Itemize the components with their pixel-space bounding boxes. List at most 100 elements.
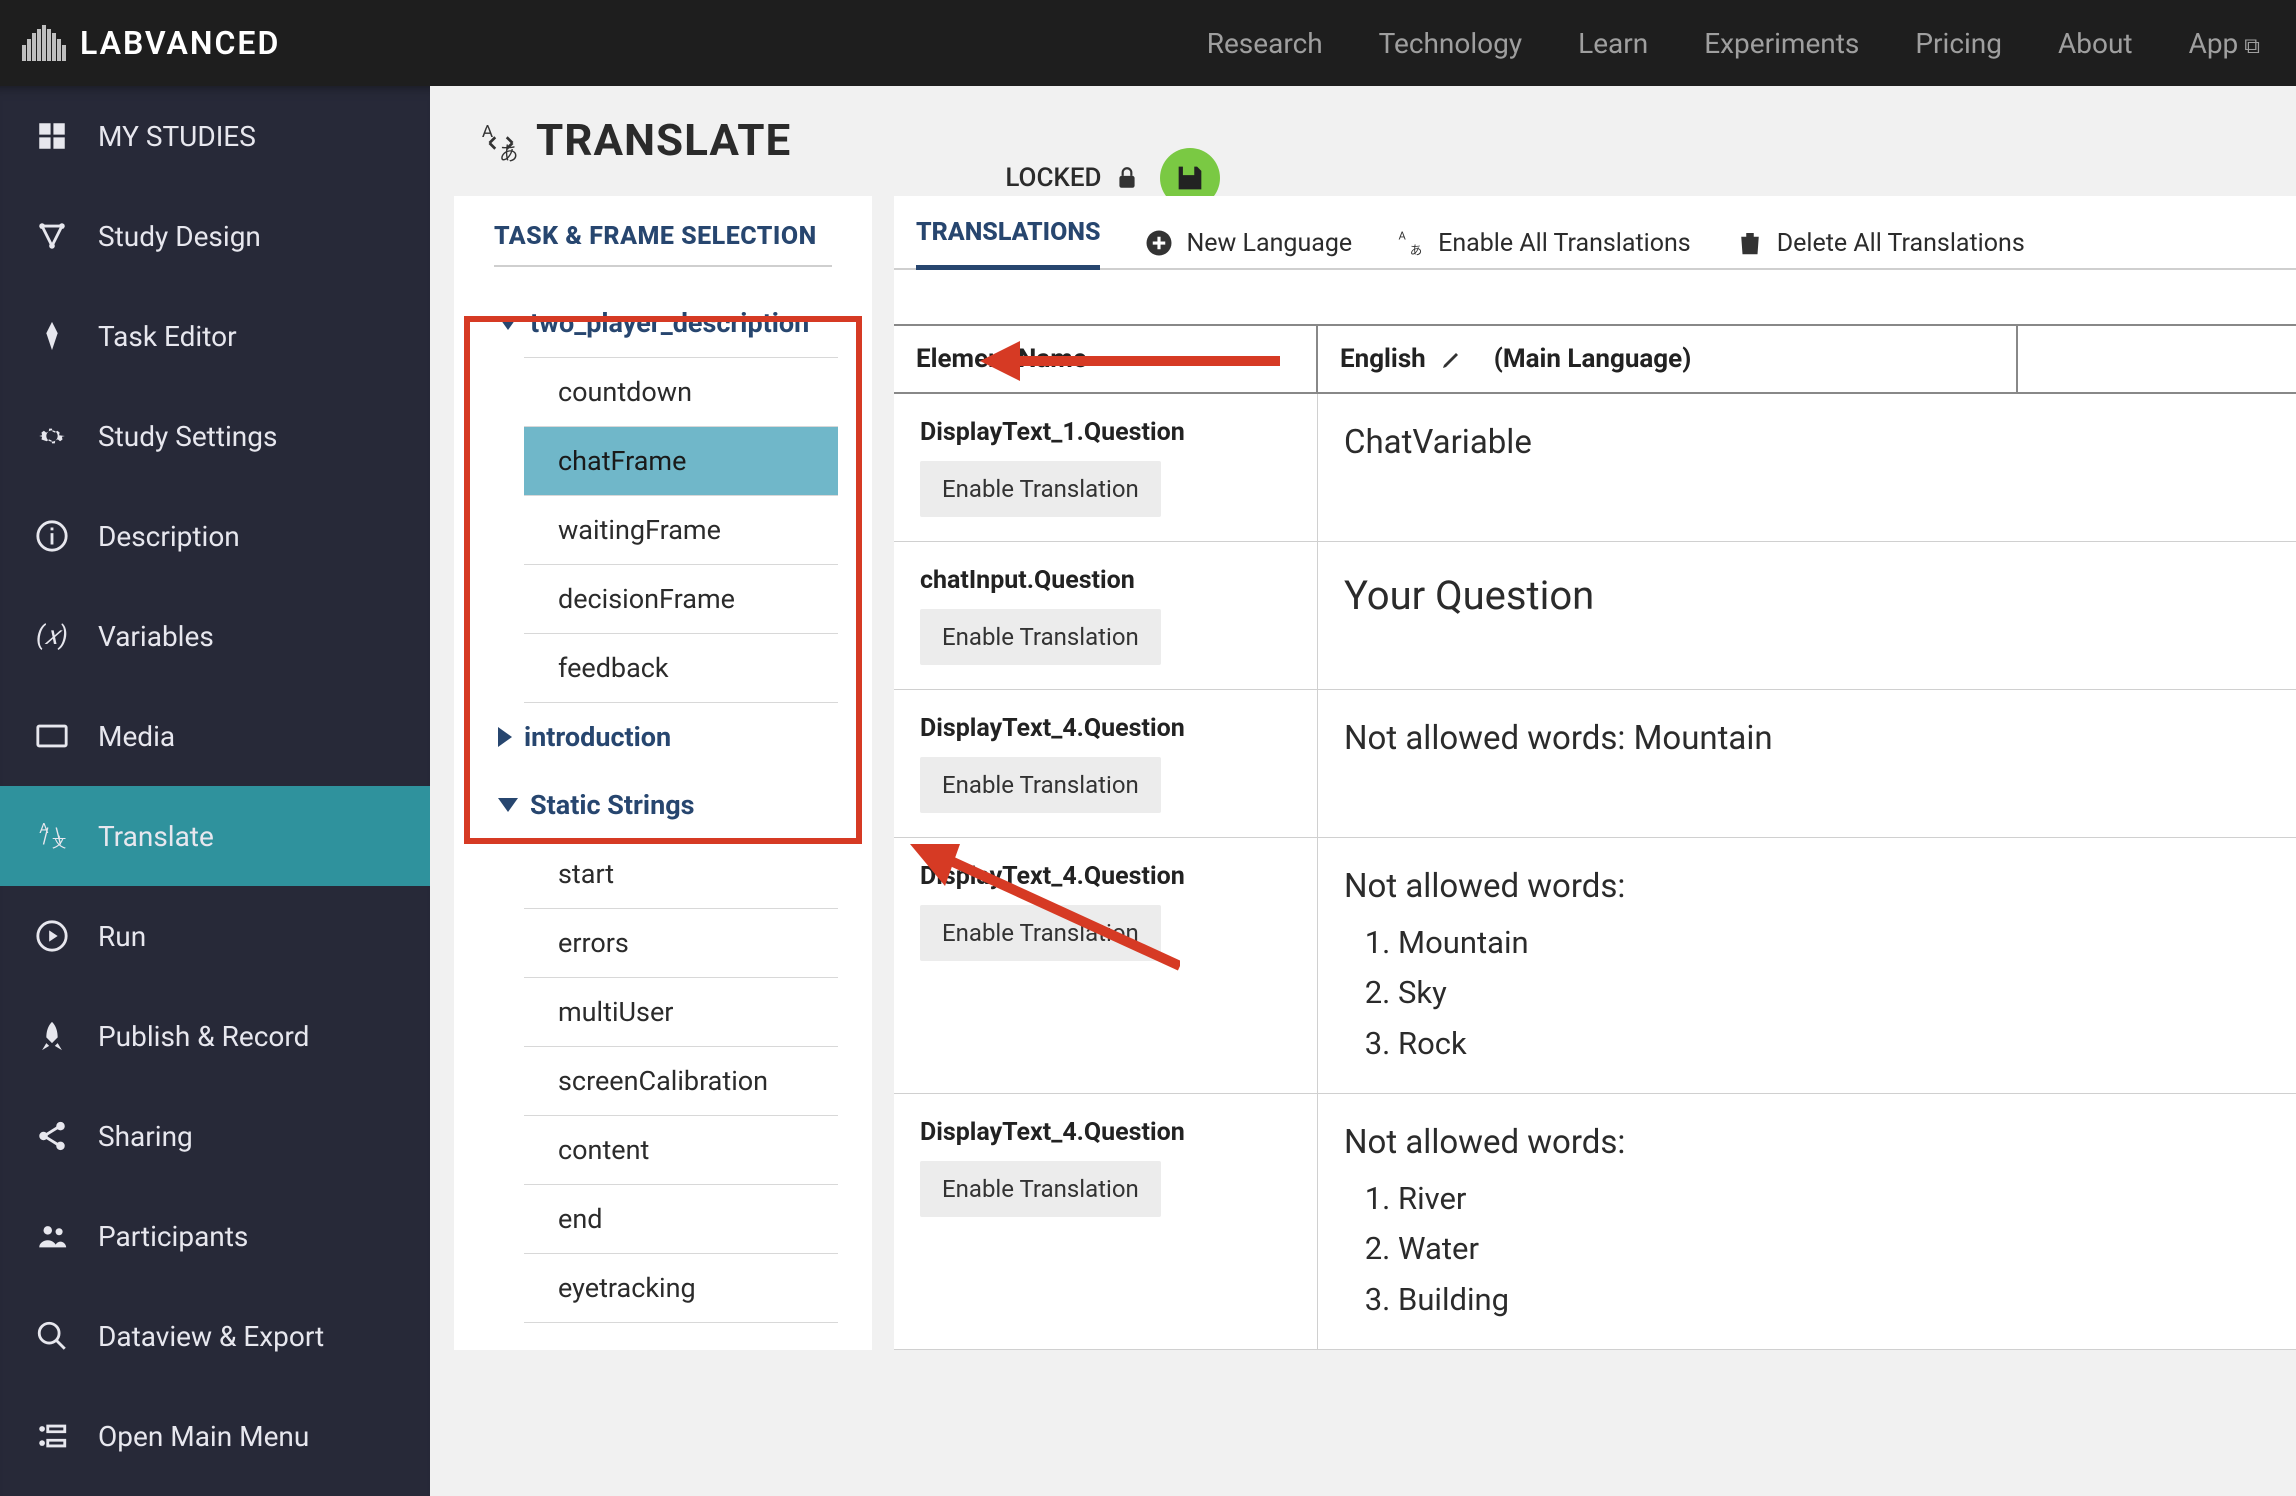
sidebar-item-participants[interactable]: Participants (0, 1186, 430, 1286)
brand[interactable]: LABVANCED (22, 24, 280, 62)
cell-translation[interactable]: Not allowed words: Mountain (1318, 690, 2296, 837)
tree-node-label: introduction (524, 721, 671, 753)
sidebar-item-translate[interactable]: A文 Translate (0, 786, 430, 886)
sidebar-item-sharing[interactable]: Sharing (0, 1086, 430, 1186)
tree-leaf[interactable]: chatFrame (524, 427, 838, 496)
page-title: TRANSLATE (536, 114, 791, 166)
sidebar-item-label: MY STUDIES (98, 120, 256, 153)
tree-leaf[interactable]: screenCalibration (524, 1047, 838, 1116)
rocket-icon (34, 1018, 70, 1054)
share-icon (34, 1118, 70, 1154)
cell-translation[interactable]: Not allowed words:RiverWaterBuilding (1318, 1094, 2296, 1349)
studies-icon (34, 118, 70, 154)
translations-grid: Element Name English (Main Language) Dis… (894, 324, 2296, 1350)
tree-leaf[interactable]: eyetracking (524, 1254, 838, 1323)
sidebar-item-study-settings[interactable]: Study Settings (0, 386, 430, 486)
translations-toolbar: TRANSLATIONS New Language Aあ Enable All … (894, 196, 2296, 270)
task-frame-panel: TASK & FRAME SELECTION two_player_descri… (454, 196, 872, 1350)
page-header: Aあ TRANSLATE LOCKED (430, 86, 2296, 196)
cell-translation[interactable]: Not allowed words:MountainSkyRock (1318, 838, 2296, 1093)
info-icon (34, 518, 70, 554)
plus-circle-icon (1144, 228, 1174, 258)
tree-node-header[interactable]: introduction (488, 703, 838, 771)
col-element-name: Element Name (894, 326, 1318, 392)
enable-translation-button[interactable]: Enable Translation (920, 609, 1161, 665)
action-label: Enable All Translations (1438, 229, 1691, 258)
element-name-text: DisplayText_4.Question (920, 862, 1291, 891)
enable-all-button[interactable]: Aあ Enable All Translations (1396, 228, 1691, 258)
sidebar-item-label: Open Main Menu (98, 1420, 309, 1453)
design-icon (34, 218, 70, 254)
sidebar-item-main-menu[interactable]: Open Main Menu (0, 1386, 430, 1486)
cell-translation[interactable]: Your Question (1318, 542, 2296, 689)
tree-node-static-strings: Static Strings start errors multiUser sc… (488, 771, 838, 1323)
sidebar-item-label: Study Design (98, 220, 261, 253)
sidebar-item-task-editor[interactable]: Task Editor (0, 286, 430, 386)
cell-translation[interactable]: ChatVariable (1318, 394, 2296, 541)
cell-element: DisplayText_4.QuestionEnable Translation (894, 690, 1318, 837)
tree-leaf[interactable]: end (524, 1185, 838, 1254)
tree-node-header[interactable]: Static Strings (488, 771, 838, 839)
sidebar-item-variables[interactable]: (𝑥) Variables (0, 586, 430, 686)
nav-technology[interactable]: Technology (1379, 27, 1522, 60)
tree-node-header[interactable]: two_player_description (488, 289, 838, 357)
grid-row: DisplayText_4.Question Enable Translation… (894, 838, 2296, 1094)
locked-label: LOCKED (1005, 163, 1101, 193)
tree-leaf[interactable]: start (524, 839, 838, 909)
external-link-icon: ⧉ (2244, 34, 2260, 59)
gear-icon (34, 418, 70, 454)
caret-down-icon (498, 798, 518, 812)
col-language[interactable]: English (Main Language) (1318, 326, 2018, 392)
tree-node-introduction: introduction (488, 703, 838, 771)
enable-translation-button[interactable]: Enable Translation (920, 1161, 1161, 1217)
sidebar-item-media[interactable]: Media (0, 686, 430, 786)
var-icon: (𝑥) (34, 618, 70, 654)
tree-leaf[interactable]: multiUser (524, 978, 838, 1047)
sidebar-item-my-studies[interactable]: MY STUDIES (0, 86, 430, 186)
translations-panel: TRANSLATIONS New Language Aあ Enable All … (894, 196, 2296, 1350)
task-tree: two_player_description countdown chatFra… (454, 289, 872, 1323)
enable-translation-button[interactable]: Enable Translation (920, 757, 1161, 813)
tree-leaf[interactable]: decisionFrame (524, 565, 838, 634)
tree-leaf[interactable]: content (524, 1116, 838, 1185)
enable-translation-button[interactable]: Enable Translation (920, 905, 1161, 961)
sidebar-item-description[interactable]: Description (0, 486, 430, 586)
sidebar-item-label: Description (98, 520, 240, 553)
col-language-label: English (1340, 344, 1426, 374)
tree-leaf[interactable]: errors (524, 909, 838, 978)
tab-translations[interactable]: TRANSLATIONS (916, 218, 1100, 270)
sidebar-item-label: Dataview & Export (98, 1320, 324, 1353)
nav-app[interactable]: App⧉ (2189, 27, 2260, 60)
grid-row: DisplayText_4.QuestionEnable Translation… (894, 1094, 2296, 1350)
svg-text:あ: あ (1410, 243, 1423, 258)
translate-icon: Aあ (1396, 228, 1426, 258)
media-icon (34, 718, 70, 754)
tree-leaf[interactable]: feedback (524, 634, 838, 703)
new-language-button[interactable]: New Language (1144, 228, 1352, 258)
play-icon (34, 918, 70, 954)
cell-element: DisplayText_4.Question Enable Translation (894, 838, 1318, 1093)
grid-row: DisplayText_1.QuestionEnable Translation… (894, 394, 2296, 542)
delete-all-button[interactable]: Delete All Translations (1735, 228, 2025, 258)
top-nav: LABVANCED Research Technology Learn Expe… (0, 0, 2296, 86)
sidebar-item-dataview[interactable]: Dataview & Export (0, 1286, 430, 1386)
nav-pricing[interactable]: Pricing (1915, 27, 2002, 60)
tree-leaf[interactable]: countdown (524, 357, 838, 427)
caret-down-icon (498, 316, 518, 330)
sidebar-item-publish[interactable]: Publish & Record (0, 986, 430, 1086)
lock-icon (1114, 165, 1140, 191)
sidebar-item-study-design[interactable]: Study Design (0, 186, 430, 286)
pencil-icon (1440, 347, 1464, 371)
nav-learn[interactable]: Learn (1578, 27, 1648, 60)
sidebar-item-label: Study Settings (98, 420, 277, 453)
nav-about[interactable]: About (2058, 27, 2133, 60)
action-label: New Language (1186, 229, 1352, 258)
tree-leaf[interactable]: waitingFrame (524, 496, 838, 565)
sidebar-item-run[interactable]: Run (0, 886, 430, 986)
col-language-suffix: (Main Language) (1494, 344, 1692, 374)
nav-experiments[interactable]: Experiments (1704, 27, 1859, 60)
enable-translation-button[interactable]: Enable Translation (920, 461, 1161, 517)
nav-research[interactable]: Research (1207, 27, 1323, 60)
svg-text:A: A (1399, 229, 1407, 242)
sidebar-item-label: Media (98, 720, 175, 753)
